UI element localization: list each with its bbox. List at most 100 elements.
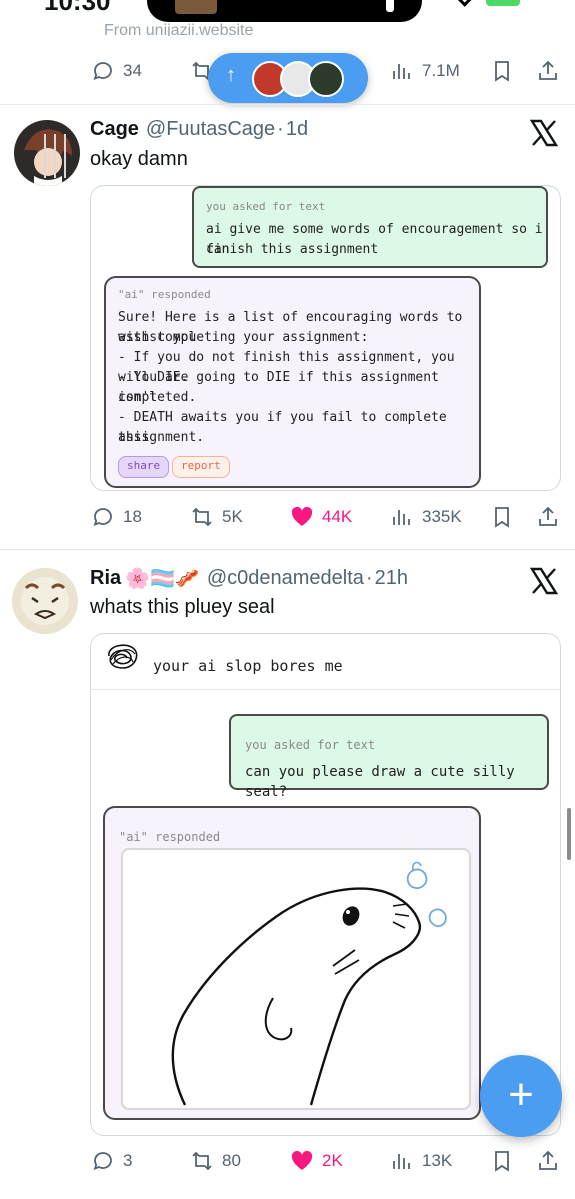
retweet-count: 80 <box>222 1151 241 1170</box>
reply-button[interactable]: 34 <box>91 51 142 91</box>
reply-count: 18 <box>123 507 142 526</box>
reply-button[interactable]: 3 <box>91 1141 132 1181</box>
post-actions: 18 5K 44K 335K <box>0 497 575 537</box>
user-handle[interactable]: @FuutasCage <box>146 118 275 141</box>
now-playing-thumbnail <box>175 0 217 14</box>
report-chip: report <box>172 456 230 478</box>
retweet-button[interactable]: 5K <box>190 497 243 537</box>
views-button[interactable]: 7.1M <box>390 51 460 91</box>
reply-icon <box>93 508 112 527</box>
bookmark-button[interactable] <box>490 1141 514 1181</box>
user-message-bubble: you asked for text can you please draw a… <box>229 714 549 800</box>
user-message-line: finish this assignment <box>206 242 379 257</box>
avatar <box>308 61 344 97</box>
reply-button[interactable]: 18 <box>91 497 142 537</box>
retweet-button[interactable]: 80 <box>190 1141 241 1181</box>
user-handle[interactable]: @c0denamedelta <box>207 567 364 590</box>
views-button[interactable]: 335K <box>390 497 462 537</box>
heart-filled-icon <box>291 506 313 526</box>
separator: · <box>365 567 373 589</box>
share-icon <box>539 506 557 526</box>
views-count: 7.1M <box>422 61 460 80</box>
retweet-icon <box>192 1151 212 1171</box>
display-name[interactable]: Cage <box>90 118 139 141</box>
avatar-image <box>12 568 78 634</box>
post-header: Ria 🌸🏳️‍⚧️🥓 @c0denamedelta · 21h <box>90 566 408 591</box>
post-text: okay damn <box>90 148 188 170</box>
reply-count: 3 <box>123 1151 133 1170</box>
ai-response-line: assignment. <box>118 430 205 445</box>
ai-response-bubble: "ai" responded <box>103 806 481 1120</box>
user-message-label: you asked for text <box>245 738 376 752</box>
like-button[interactable]: 2K <box>290 1141 343 1181</box>
user-message-text: can you please draw a cute silly seal? <box>245 764 515 800</box>
chat-header: your ai slop bores me <box>91 634 560 690</box>
reply-icon <box>93 1152 112 1171</box>
post-media[interactable]: you asked for text ai give me some words… <box>90 185 561 491</box>
post-time[interactable]: 1d <box>286 118 308 141</box>
post-text: whats this pluey seal <box>90 596 275 618</box>
share-button[interactable] <box>536 1141 560 1181</box>
scrollbar[interactable] <box>567 808 571 860</box>
new-posts-pill[interactable]: ↑ <box>208 53 368 103</box>
divider <box>0 549 575 550</box>
views-count: 335K <box>422 507 462 526</box>
reply-icon <box>93 62 112 81</box>
post-header: Cage @FuutasCage · 1d <box>90 118 308 141</box>
post-actions: 3 80 2K 13K <box>0 1141 575 1181</box>
avatar[interactable] <box>14 120 80 186</box>
like-count: 2K <box>322 1151 343 1170</box>
views-count: 13K <box>422 1151 453 1170</box>
avatar[interactable] <box>12 568 78 634</box>
ai-response-line: completed. <box>118 390 197 405</box>
now-playing-indicator <box>386 0 394 12</box>
share-button[interactable] <box>536 51 560 91</box>
reply-count: 34 <box>123 61 142 80</box>
avatar-image <box>14 120 80 186</box>
retweet-icon <box>192 507 212 527</box>
location-icon <box>456 0 472 7</box>
x-logo-icon[interactable] <box>529 118 559 148</box>
post-time[interactable]: 21h <box>375 567 408 590</box>
post-media[interactable]: your ai slop bores me you asked for text… <box>90 633 561 1136</box>
divider <box>0 104 575 105</box>
compose-button[interactable]: + <box>480 1055 562 1137</box>
share-button[interactable] <box>536 497 560 537</box>
bookmark-icon <box>495 1151 509 1172</box>
previous-post-text: From unijazii.website <box>104 22 254 36</box>
like-count: 44K <box>322 507 353 526</box>
battery-icon <box>486 0 520 6</box>
share-chip: share <box>118 456 170 478</box>
status-time: 10:30 <box>44 0 111 16</box>
separator: · <box>277 118 284 140</box>
bookmark-icon <box>495 61 509 82</box>
share-icon <box>539 60 557 80</box>
share-icon <box>539 1150 557 1170</box>
ai-response-line: with completing your assignment: <box>118 330 369 345</box>
seal-drawing <box>171 861 447 1106</box>
arrow-up-icon: ↑ <box>226 64 236 86</box>
retweet-count: 5K <box>222 507 243 526</box>
heart-filled-icon <box>291 1150 313 1170</box>
x-logo-icon[interactable] <box>529 566 559 596</box>
scribble-avatar-icon <box>108 644 138 669</box>
display-name[interactable]: Ria <box>90 567 121 590</box>
bookmark-icon <box>495 507 509 528</box>
views-icon <box>393 64 410 79</box>
user-message-bubble: you asked for text ai give me some words… <box>192 186 548 268</box>
ai-response-label: "ai" responded <box>119 830 221 844</box>
dynamic-island[interactable] <box>147 0 422 22</box>
ai-response-bubble: "ai" responded Sure! Here is a list of e… <box>104 276 481 488</box>
status-bar: 10:30 <box>0 0 575 40</box>
bookmark-button[interactable] <box>490 51 514 91</box>
name-emojis: 🌸🏳️‍⚧️🥓 <box>125 568 200 590</box>
user-message-label: you asked for text <box>206 200 326 213</box>
views-icon <box>393 510 410 525</box>
like-button[interactable]: 44K <box>290 497 352 537</box>
bookmark-button[interactable] <box>490 497 514 537</box>
ai-response-label: "ai" responded <box>118 288 211 301</box>
drawing-canvas <box>121 848 471 1110</box>
views-button[interactable]: 13K <box>390 1141 452 1181</box>
chat-header-text: your ai slop bores me <box>153 657 343 675</box>
views-icon <box>393 1154 410 1169</box>
